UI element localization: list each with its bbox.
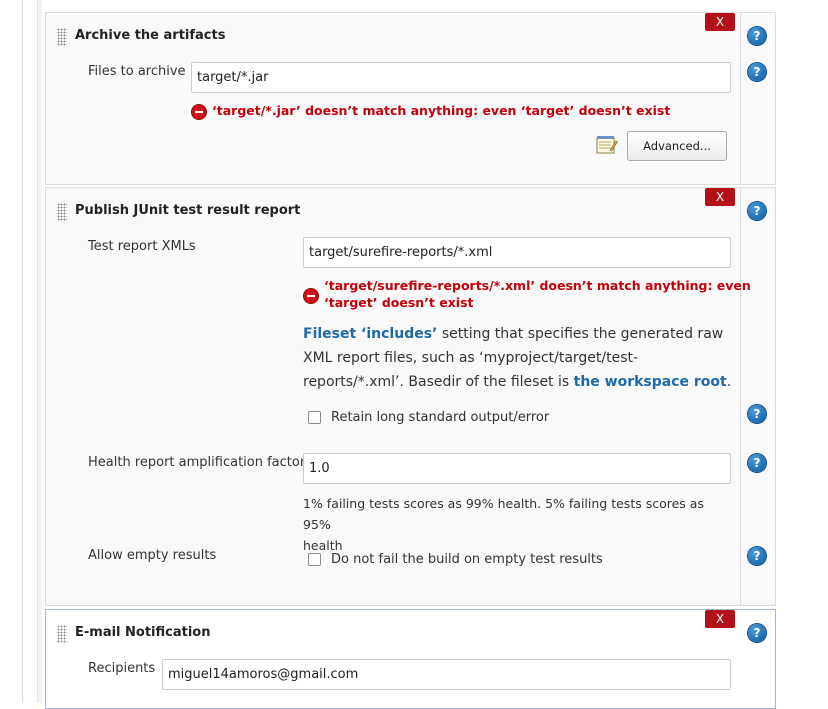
xml-error-line-1: ‘target/surefire-reports/*.xml’ doesn’t … — [324, 278, 751, 293]
section-title: Archive the artifacts — [75, 28, 226, 43]
drag-handle-icon[interactable] — [57, 625, 67, 643]
help-icon[interactable]: ? — [748, 405, 766, 423]
files-to-archive-input[interactable]: target/*.jar — [191, 62, 731, 93]
delete-section-button[interactable]: X — [705, 13, 735, 31]
workspace-root-link[interactable]: the workspace root — [574, 374, 727, 390]
xml-error-line-2: ‘target’ doesn’t exist — [324, 295, 474, 310]
test-report-xmls-input[interactable]: target/surefire-reports/*.xml — [303, 237, 731, 268]
fileset-includes-link[interactable]: Fileset ‘includes’ — [303, 326, 437, 342]
delete-section-button[interactable]: X — [705, 610, 735, 628]
error-icon — [303, 288, 319, 304]
drag-handle-icon[interactable] — [57, 203, 67, 221]
allow-empty-row: Do not fail the build on empty test resu… — [308, 552, 603, 567]
test-report-xmls-label: Test report XMLs — [88, 239, 196, 254]
help-icon[interactable]: ? — [748, 454, 766, 472]
section-title: E-mail Notification — [75, 625, 211, 640]
files-to-archive-label: Files to archive — [88, 64, 186, 79]
help-icon[interactable]: ? — [748, 624, 766, 642]
retain-output-row: Retain long standard output/error — [308, 410, 549, 425]
archive-artifacts-section: Archive the artifacts X ? Files to archi… — [45, 12, 776, 185]
fileset-description: Fileset ‘includes’ setting that specifie… — [303, 326, 732, 390]
retain-output-label: Retain long standard output/error — [331, 410, 550, 425]
help-column — [740, 188, 775, 605]
allow-empty-checkbox-label: Do not fail the build on empty test resu… — [331, 552, 603, 567]
recipients-input[interactable]: miguel14amoros@gmail.com — [162, 659, 731, 690]
health-factor-label: Health report amplification factor — [88, 455, 306, 470]
allow-empty-checkbox[interactable] — [308, 553, 321, 566]
outer-border — [22, 0, 23, 703]
advanced-button[interactable]: Advanced... — [627, 131, 727, 161]
error-icon — [191, 104, 207, 120]
help-icon[interactable]: ? — [748, 63, 766, 81]
health-factor-input[interactable]: 1.0 — [303, 453, 731, 484]
drag-handle-icon[interactable] — [57, 28, 67, 46]
files-error-message: ‘target/*.jar’ doesn’t match anything: e… — [212, 103, 671, 118]
help-icon[interactable]: ? — [748, 27, 766, 45]
outer-border-inner — [37, 0, 42, 703]
allow-empty-label: Allow empty results — [88, 548, 217, 563]
retain-output-checkbox[interactable] — [308, 411, 321, 424]
email-notification-section: E-mail Notification X ? Recipients migue… — [45, 609, 776, 709]
section-title: Publish JUnit test result report — [75, 203, 301, 218]
delete-section-button[interactable]: X — [705, 188, 735, 206]
junit-report-section: Publish JUnit test result report X ? Tes… — [45, 187, 776, 606]
help-icon[interactable]: ? — [748, 202, 766, 220]
help-icon[interactable]: ? — [748, 547, 766, 565]
health-factor-help: 1% failing tests scores as 99% health. 5… — [303, 496, 704, 553]
recipients-label: Recipients — [88, 661, 156, 676]
notepad-icon — [596, 136, 618, 154]
